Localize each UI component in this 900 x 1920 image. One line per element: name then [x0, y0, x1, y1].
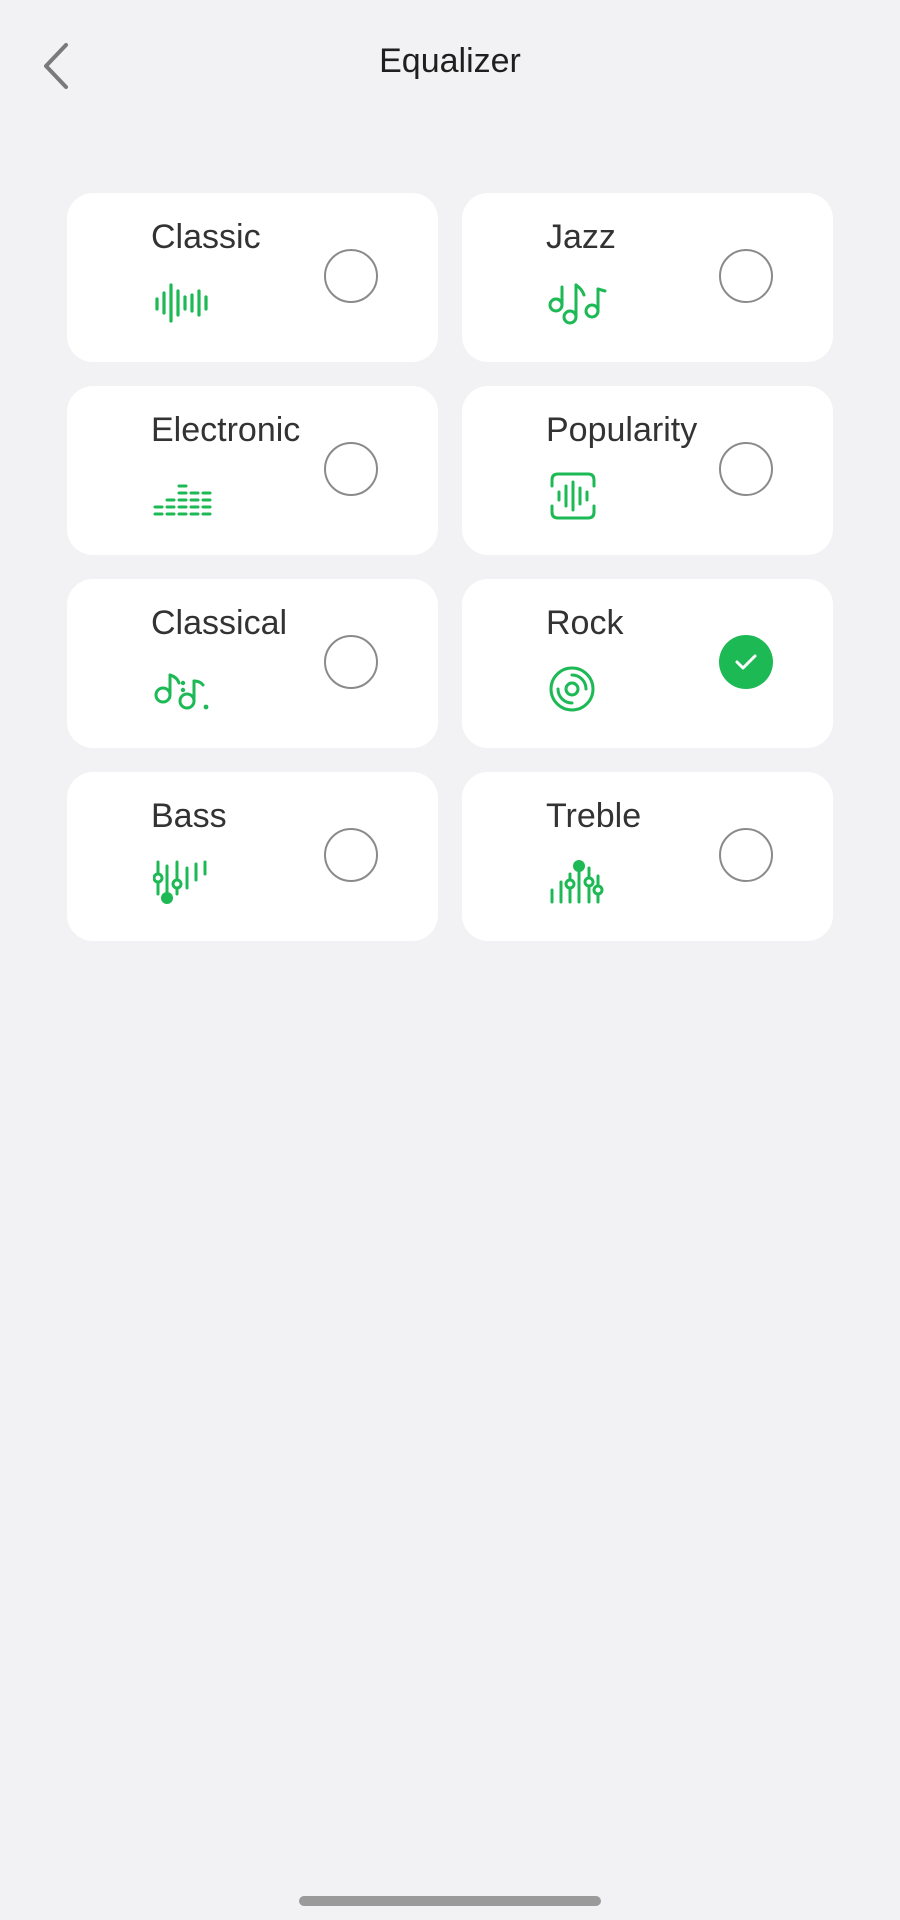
- music-note-icon: [154, 673, 209, 710]
- preset-card-classic[interactable]: Classic: [67, 193, 438, 362]
- preset-label: Rock: [546, 604, 624, 642]
- preset-label: Electronic: [151, 411, 301, 449]
- radio-button[interactable]: [719, 828, 773, 882]
- radio-button[interactable]: [324, 828, 378, 882]
- waveform-icon: [155, 283, 208, 323]
- preset-label: Treble: [546, 797, 642, 835]
- preset-card-jazz[interactable]: Jazz: [462, 193, 833, 362]
- radio-button[interactable]: [324, 442, 378, 496]
- high-sliders-icon: [550, 860, 604, 904]
- radio-button[interactable]: [719, 442, 773, 496]
- radio-button[interactable]: [324, 249, 378, 303]
- preset-card-classical[interactable]: Classical: [67, 579, 438, 748]
- vinyl-disc-icon: [549, 666, 595, 712]
- preset-card-popularity[interactable]: Popularity: [462, 386, 833, 555]
- checkmark-icon: [735, 654, 757, 670]
- home-indicator[interactable]: [299, 1896, 601, 1906]
- preset-card-electronic[interactable]: Electronic: [67, 386, 438, 555]
- preset-label: Bass: [151, 797, 227, 835]
- radio-button[interactable]: [719, 249, 773, 303]
- preset-grid: Classic Jazz Electronic Popularity Class…: [67, 193, 833, 941]
- page-title: Equalizer: [379, 42, 521, 80]
- preset-card-rock[interactable]: Rock: [462, 579, 833, 748]
- radio-button-selected[interactable]: [719, 635, 773, 689]
- preset-card-treble[interactable]: Treble: [462, 772, 833, 941]
- preset-card-bass[interactable]: Bass: [67, 772, 438, 941]
- preset-label: Popularity: [546, 411, 698, 449]
- bar-levels-icon: [153, 484, 212, 516]
- radio-button[interactable]: [324, 635, 378, 689]
- low-sliders-icon: [153, 860, 207, 904]
- preset-label: Classical: [151, 604, 288, 642]
- preset-label: Classic: [151, 218, 261, 256]
- music-notes-icon: [548, 283, 607, 325]
- preset-label: Jazz: [546, 218, 616, 256]
- framed-waveform-icon: [550, 472, 596, 520]
- header: Equalizer: [0, 0, 900, 130]
